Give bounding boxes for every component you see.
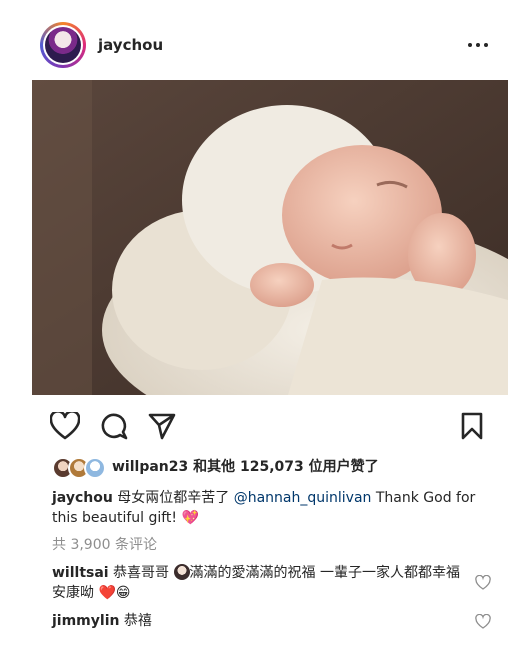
username[interactable]: jaychou	[98, 36, 163, 54]
action-bar	[0, 408, 524, 444]
comment-item: jimmylin 恭禧	[52, 613, 152, 629]
avatar[interactable]	[84, 457, 106, 479]
comment-like-heart-icon[interactable]	[475, 574, 491, 594]
sparkling-heart-emoji: 💖	[181, 510, 199, 526]
post-header: jaychou	[0, 0, 524, 80]
avatar[interactable]	[40, 22, 86, 68]
likes-count[interactable]: willpan23 和其他 125,073 位用户赞了	[112, 457, 379, 477]
avatar-emoji-icon	[173, 564, 190, 580]
heart-icon[interactable]	[50, 412, 80, 440]
bookmark-icon[interactable]	[460, 412, 484, 440]
baby-photo	[32, 80, 508, 395]
comment-username[interactable]: willtsai	[52, 565, 109, 581]
caption-username[interactable]: jaychou	[52, 490, 113, 506]
view-all-comments-link[interactable]: 共 3,900 条评论	[52, 535, 157, 555]
comment-like-heart-icon[interactable]	[475, 613, 491, 633]
send-icon[interactable]	[148, 412, 176, 440]
post-caption: jaychou 母女兩位都辛苦了 @hannah_quinlivan Thank…	[52, 490, 476, 526]
comment-item: willtsai 恭喜哥哥 滿滿的愛滿滿的祝福 一輩子一家人都都幸福安康呦 ❤️…	[52, 564, 460, 601]
liker-username[interactable]: willpan23	[112, 459, 188, 475]
mention-link[interactable]: @hannah_quinlivan	[234, 490, 372, 506]
comment-icon[interactable]	[100, 412, 128, 440]
more-options-icon[interactable]	[468, 37, 492, 53]
comment-username[interactable]: jimmylin	[52, 613, 119, 629]
post-image[interactable]	[32, 80, 508, 395]
